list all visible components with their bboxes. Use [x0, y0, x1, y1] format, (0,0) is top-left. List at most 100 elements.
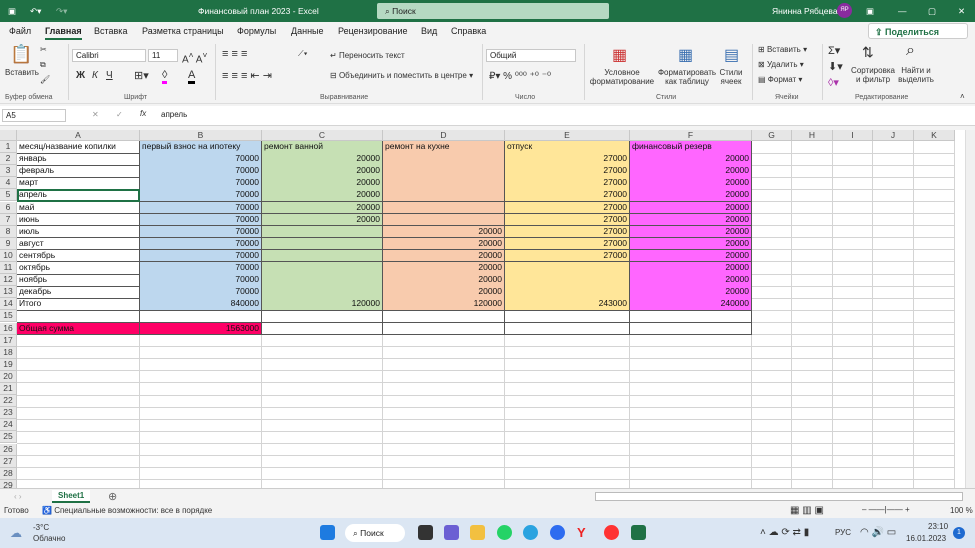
- sheet-nav-icons[interactable]: ‹ ›: [14, 492, 22, 501]
- cell-H3[interactable]: [792, 165, 833, 178]
- cell-H20[interactable]: [792, 370, 833, 384]
- row-header-5[interactable]: 5: [0, 189, 17, 202]
- cell-G23[interactable]: [752, 407, 792, 420]
- cell-K22[interactable]: [914, 395, 955, 408]
- cell-B13[interactable]: 70000: [140, 286, 262, 299]
- italic-button[interactable]: К: [92, 70, 98, 81]
- format-table-icon[interactable]: ▦: [678, 45, 693, 65]
- cell-G11[interactable]: [752, 262, 792, 275]
- cell-H7[interactable]: [792, 213, 833, 227]
- cell-G2[interactable]: [752, 153, 792, 166]
- cell-E6[interactable]: 27000: [505, 201, 630, 215]
- cell-J22[interactable]: [873, 395, 914, 408]
- cell-C7[interactable]: 20000: [262, 213, 383, 227]
- find-icon[interactable]: ⌕: [906, 42, 915, 60]
- cell-K14[interactable]: [914, 298, 955, 311]
- cell-E12[interactable]: [505, 274, 630, 287]
- cell-D11[interactable]: 20000: [383, 262, 505, 275]
- cell-C28[interactable]: [262, 467, 383, 481]
- cell-I1[interactable]: [833, 141, 873, 154]
- cell-A22[interactable]: [17, 395, 140, 408]
- cell-D20[interactable]: [383, 370, 505, 384]
- cell-I29[interactable]: [833, 479, 873, 488]
- undo-icon[interactable]: ↶▾: [30, 6, 41, 17]
- cell-B24[interactable]: [140, 419, 262, 432]
- cell-A15[interactable]: [17, 310, 140, 323]
- cell-F22[interactable]: [630, 395, 752, 408]
- cell-I16[interactable]: [833, 322, 873, 336]
- cell-B25[interactable]: [140, 431, 262, 444]
- cell-D5[interactable]: [383, 189, 505, 202]
- cell-J17[interactable]: [873, 334, 914, 348]
- row-header-6[interactable]: 6: [0, 201, 17, 214]
- language-indicator[interactable]: РУС: [835, 528, 851, 537]
- cell-K7[interactable]: [914, 213, 955, 227]
- file-explorer-icon[interactable]: [470, 525, 485, 540]
- cell-H14[interactable]: [792, 298, 833, 311]
- cell-B21[interactable]: [140, 383, 262, 396]
- align-left-icons[interactable]: ≡ ≡ ≡ ⇤ ⇥: [222, 69, 272, 82]
- cell-I8[interactable]: [833, 225, 873, 239]
- cell-H11[interactable]: [792, 262, 833, 275]
- cell-D19[interactable]: [383, 358, 505, 372]
- row-header-7[interactable]: 7: [0, 213, 17, 226]
- cell-E9[interactable]: 27000: [505, 237, 630, 251]
- cell-C18[interactable]: [262, 346, 383, 360]
- cell-E15[interactable]: [505, 310, 630, 323]
- cell-G21[interactable]: [752, 383, 792, 396]
- cell-F19[interactable]: [630, 358, 752, 372]
- cell-G3[interactable]: [752, 165, 792, 178]
- cell-K8[interactable]: [914, 225, 955, 239]
- cell-K5[interactable]: [914, 189, 955, 202]
- cell-F3[interactable]: 20000: [630, 165, 752, 178]
- insert-cells-button[interactable]: ⊞ Вставить ▾: [758, 45, 807, 54]
- task-view-icon[interactable]: [418, 525, 433, 540]
- format-table-button[interactable]: Форматировать как таблицу: [656, 68, 718, 86]
- cell-A25[interactable]: [17, 431, 140, 444]
- cell-C19[interactable]: [262, 358, 383, 372]
- cell-F6[interactable]: 20000: [630, 201, 752, 215]
- cell-D2[interactable]: [383, 153, 505, 166]
- telegram-icon[interactable]: [523, 525, 538, 540]
- cell-C26[interactable]: [262, 443, 383, 457]
- cell-K4[interactable]: [914, 177, 955, 190]
- cell-B15[interactable]: [140, 310, 262, 323]
- cell-G4[interactable]: [752, 177, 792, 190]
- weather-desc[interactable]: Облачно: [33, 534, 65, 543]
- cell-K13[interactable]: [914, 286, 955, 299]
- cell-G17[interactable]: [752, 334, 792, 348]
- cell-G29[interactable]: [752, 479, 792, 488]
- cell-D13[interactable]: 20000: [383, 286, 505, 299]
- cell-E1[interactable]: отпуск: [505, 141, 630, 154]
- fill-icon[interactable]: ⬇▾: [828, 60, 843, 73]
- cell-B8[interactable]: 70000: [140, 225, 262, 239]
- cell-G9[interactable]: [752, 237, 792, 251]
- cell-B5[interactable]: 70000: [140, 189, 262, 202]
- cell-J12[interactable]: [873, 274, 914, 287]
- cell-H21[interactable]: [792, 383, 833, 396]
- tab-file[interactable]: Файл: [9, 26, 31, 36]
- cell-B16[interactable]: 1563000: [140, 322, 262, 336]
- cell-B22[interactable]: [140, 395, 262, 408]
- cell-J11[interactable]: [873, 262, 914, 275]
- cell-E13[interactable]: [505, 286, 630, 299]
- cell-styles-button[interactable]: Стили ячеек: [716, 68, 746, 86]
- cell-B26[interactable]: [140, 443, 262, 457]
- cell-I4[interactable]: [833, 177, 873, 190]
- cell-J18[interactable]: [873, 346, 914, 360]
- cell-A4[interactable]: март: [17, 177, 140, 190]
- column-header-I[interactable]: I: [833, 130, 873, 141]
- tab-help[interactable]: Справка: [451, 26, 486, 36]
- cell-E19[interactable]: [505, 358, 630, 372]
- cell-D14[interactable]: 120000: [383, 298, 505, 311]
- cell-J8[interactable]: [873, 225, 914, 239]
- row-header-27[interactable]: 27: [0, 455, 17, 468]
- cell-H25[interactable]: [792, 431, 833, 444]
- autosum-icon[interactable]: Σ▾: [828, 44, 840, 57]
- cell-B18[interactable]: [140, 346, 262, 360]
- cell-J29[interactable]: [873, 479, 914, 488]
- cell-J9[interactable]: [873, 237, 914, 251]
- cell-J15[interactable]: [873, 310, 914, 323]
- cell-H26[interactable]: [792, 443, 833, 457]
- cell-G18[interactable]: [752, 346, 792, 360]
